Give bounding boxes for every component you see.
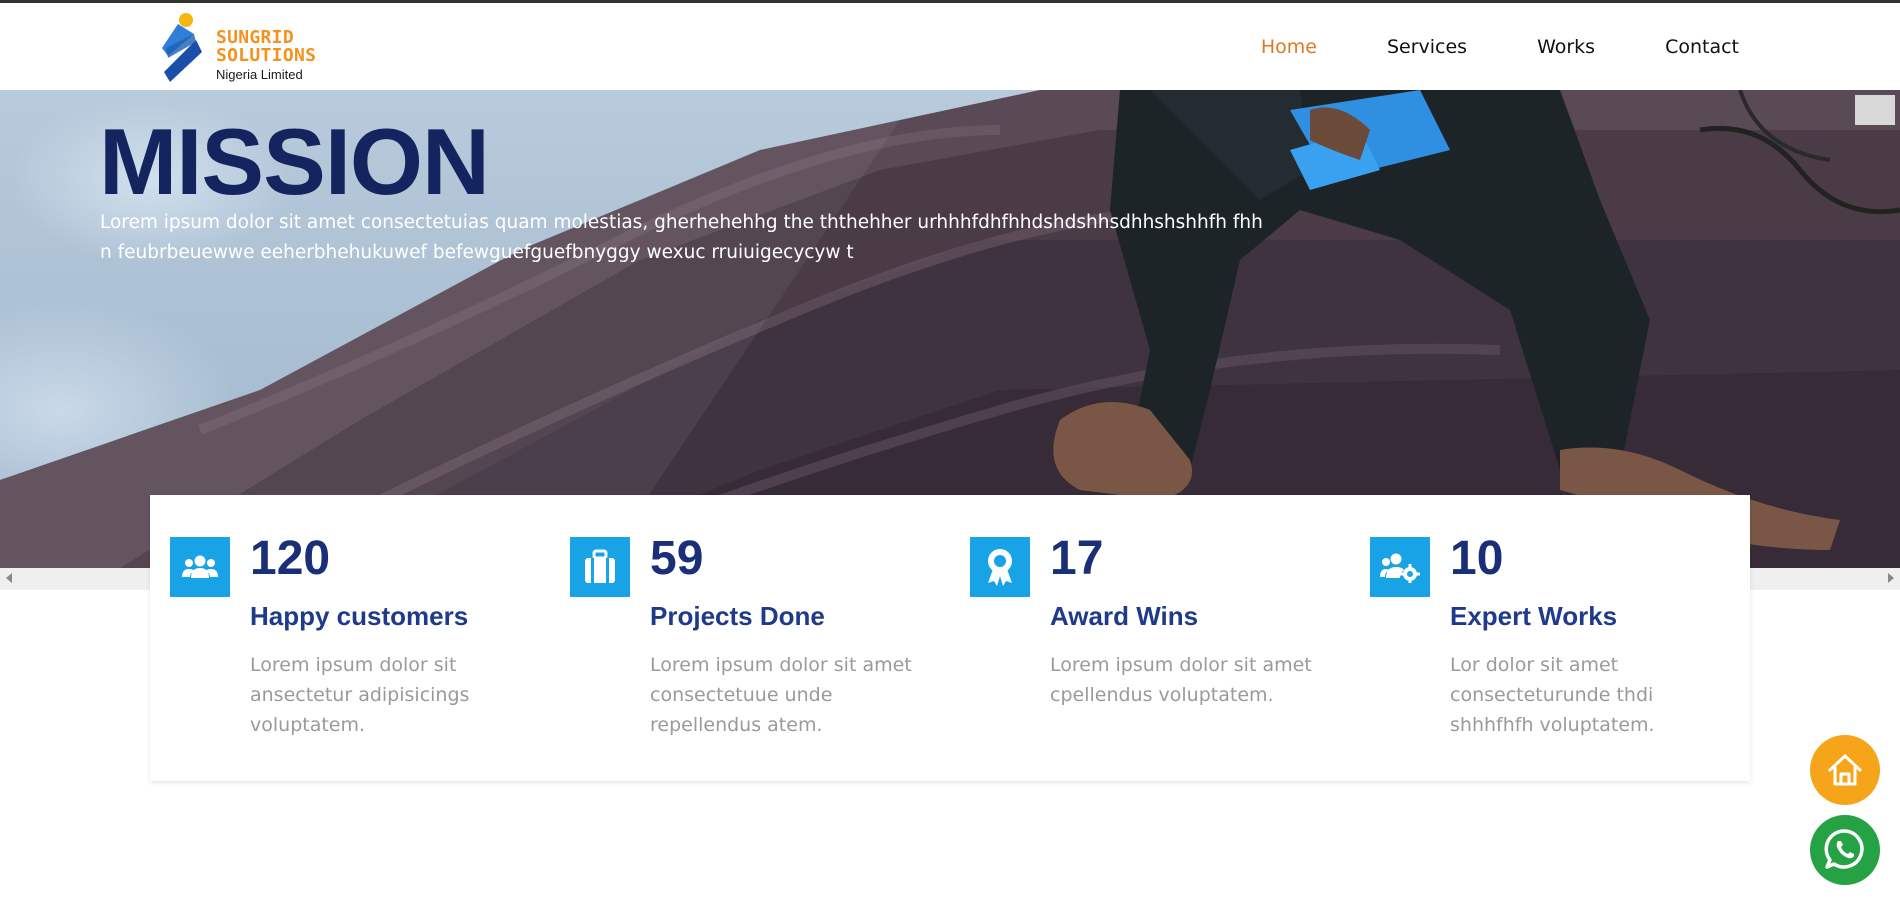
whatsapp-icon <box>1824 829 1864 869</box>
stat-card-customers: 120 Happy customers Lorem ipsum dolor si… <box>150 495 550 781</box>
stat-description: Lorem ipsum dolor sit amet consectetuue … <box>650 654 912 736</box>
logo-mark-icon <box>162 13 202 82</box>
stats-panel: 120 Happy customers Lorem ipsum dolor si… <box>150 495 1750 781</box>
users-gear-icon <box>1370 537 1430 597</box>
stat-card-awards: 17 Award Wins Lorem ipsum dolor sit amet… <box>950 495 1350 781</box>
stat-number: 10 <box>1450 532 1504 585</box>
stat-title: Happy customers <box>250 601 469 631</box>
mission-title: MISSION <box>99 109 490 214</box>
stat-description: Lorem ipsum dolor sit ansectetur adipisi… <box>250 654 470 736</box>
floating-whatsapp-button[interactable] <box>1810 815 1880 885</box>
main-nav: Home Services Works Contact <box>1261 3 1739 90</box>
stat-description: Lorem ipsum dolor sit amet cpellendus vo… <box>1050 654 1312 706</box>
brand-logo[interactable]: SUNGRID SOLUTIONS Nigeria Limited <box>158 12 328 84</box>
stat-card-projects: 59 Projects Done Lorem ipsum dolor sit a… <box>550 495 950 781</box>
floating-home-button[interactable] <box>1810 735 1880 805</box>
home-icon <box>1828 754 1862 786</box>
award-icon <box>970 537 1030 597</box>
stat-number: 59 <box>650 532 704 585</box>
logo-text: SUNGRID SOLUTIONS Nigeria Limited <box>216 29 317 83</box>
logo-line-3: Nigeria Limited <box>216 67 303 82</box>
mission-text: Lorem ipsum dolor sit amet consectetuias… <box>100 212 1263 263</box>
stat-card-experts: 10 Expert Works Lor dolor sit amet conse… <box>1350 495 1750 781</box>
users-icon <box>170 537 230 597</box>
stat-number: 17 <box>1050 532 1104 585</box>
stat-description: Lor dolor sit amet consecteturunde thdi … <box>1450 654 1655 736</box>
scroll-left-arrow-icon[interactable] <box>6 573 12 583</box>
logo-line-2: SOLUTIONS <box>216 45 317 66</box>
stat-title: Award Wins <box>1050 601 1199 631</box>
nav-home[interactable]: Home <box>1261 36 1317 58</box>
stat-title: Projects Done <box>650 601 825 631</box>
scroll-right-arrow-icon[interactable] <box>1888 573 1894 583</box>
briefcase-icon <box>570 537 630 597</box>
nav-contact[interactable]: Contact <box>1665 36 1739 58</box>
nav-works[interactable]: Works <box>1537 36 1595 58</box>
site-header: SUNGRID SOLUTIONS Nigeria Limited Home S… <box>0 3 1900 90</box>
stat-number: 120 <box>250 532 331 585</box>
nav-services[interactable]: Services <box>1387 36 1467 58</box>
stat-title: Expert Works <box>1450 601 1618 631</box>
